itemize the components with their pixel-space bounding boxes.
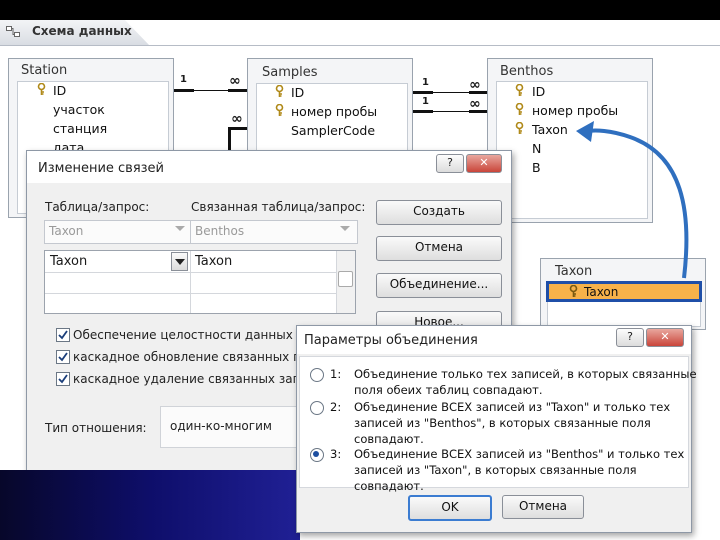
background-panel	[0, 470, 300, 540]
scrollbar-thumb[interactable]	[338, 271, 353, 287]
relation-type-label: Тип отношения:	[45, 421, 147, 435]
cascade-delete-checkbox[interactable]	[56, 372, 70, 386]
referential-integrity-label: Обеспечение целостности данных	[73, 328, 293, 342]
join-option-2-line3: совпадают.	[354, 432, 424, 446]
join-option-2-line2: записей из "Benthos", в которых связанны…	[354, 416, 651, 430]
primary-key-icon	[515, 103, 524, 115]
join-option-3-radio[interactable]	[310, 448, 324, 462]
relation-one-label: 1	[422, 96, 429, 107]
join-dialog-title: Параметры объединения	[304, 333, 478, 348]
relation-many-label: ∞	[469, 96, 481, 112]
join-option-3-line2: записей из "Taxon", в которых связанные …	[354, 463, 637, 477]
taxon-field[interactable]: Taxon	[584, 285, 618, 299]
cancel-button[interactable]: Отмена	[376, 236, 502, 261]
primary-key-icon	[569, 285, 578, 297]
relation-line	[194, 90, 228, 91]
help-button[interactable]: ?	[616, 328, 644, 347]
relationships-icon	[6, 26, 20, 38]
grid-divider	[45, 272, 338, 273]
create-button[interactable]: Создать	[376, 200, 502, 225]
benthos-field[interactable]: N	[532, 141, 541, 156]
primary-key-icon	[37, 83, 46, 95]
join-option-1-line1: Объединение только тех записей, в которы…	[354, 367, 697, 381]
samples-table-title: Samples	[262, 65, 318, 80]
relation-many-label: ∞	[229, 73, 241, 89]
join-option-2-number: 2:	[330, 400, 342, 414]
cascade-delete-label: каскадное удаление связанных запис	[73, 372, 315, 386]
join-type-button[interactable]: Объединение...	[376, 273, 502, 298]
grid-right-field[interactable]: Taxon	[195, 254, 232, 269]
primary-key-icon	[275, 104, 284, 116]
samples-field[interactable]: номер пробы	[291, 104, 377, 119]
referential-integrity-checkbox[interactable]	[56, 328, 70, 342]
station-field[interactable]: участок	[53, 102, 105, 117]
related-table-select-value: Benthos	[195, 224, 245, 238]
join-option-2-line1: Объединение ВСЕХ записей из "Taxon" и то…	[354, 400, 671, 414]
relation-line	[228, 89, 247, 92]
samples-field[interactable]: ID	[291, 85, 304, 100]
station-field[interactable]: ID	[53, 83, 66, 98]
table-label: Таблица/запрос:	[45, 200, 150, 214]
join-option-3-line1: Объединение ВСЕХ записей из "Benthos" и …	[354, 447, 685, 461]
relation-type-value: один-ко-многим	[170, 419, 272, 433]
relation-many-label: ∞	[231, 111, 243, 127]
callout-arrow	[576, 121, 689, 279]
join-option-1-line2: поля обеих таблиц совпадают.	[354, 383, 543, 397]
primary-key-icon	[275, 85, 284, 97]
relation-line	[228, 127, 231, 152]
station-table-title: Station	[21, 63, 68, 78]
tab-divider	[0, 45, 720, 46]
primary-key-icon	[515, 84, 524, 96]
relation-many-label: ∞	[469, 77, 481, 93]
primary-key-icon	[515, 122, 524, 134]
top-frame	[0, 0, 720, 20]
cancel-button[interactable]: Отмена	[502, 495, 584, 519]
join-option-2-radio[interactable]	[310, 401, 324, 415]
relation-line	[174, 89, 194, 92]
samples-field[interactable]: SamplerCode	[291, 123, 375, 138]
related-table-label: Связанная таблица/запрос:	[191, 200, 366, 214]
relation-line	[433, 92, 469, 93]
relation-line	[413, 110, 433, 113]
relation-line	[433, 111, 469, 112]
join-option-1-number: 1:	[330, 367, 342, 381]
chevron-down-icon	[175, 259, 185, 265]
table-select-value: Taxon	[49, 224, 84, 238]
ok-button[interactable]: OK	[408, 495, 492, 521]
cascade-update-label: каскадное обновление связанных поле	[73, 350, 324, 364]
benthos-field[interactable]: ID	[532, 84, 545, 99]
join-option-3-line3: совпадают.	[354, 479, 424, 493]
grid-divider	[45, 293, 338, 294]
join-option-3-number: 3:	[330, 447, 342, 461]
close-button[interactable]: ✕	[466, 154, 502, 173]
grid-divider	[190, 251, 191, 313]
close-button[interactable]: ✕	[646, 328, 684, 347]
benthos-field[interactable]: B	[532, 160, 541, 175]
relation-line	[413, 91, 433, 94]
help-button[interactable]: ?	[436, 154, 464, 173]
tab-title: Схема данных	[32, 24, 132, 38]
cascade-update-checkbox[interactable]	[56, 350, 70, 364]
relation-one-label: 1	[422, 77, 429, 88]
grid-left-field[interactable]: Taxon	[50, 254, 87, 269]
chevron-down-icon	[175, 226, 185, 231]
chevron-down-icon	[340, 226, 350, 231]
relation-one-label: 1	[180, 74, 187, 85]
station-field[interactable]: станция	[53, 121, 107, 136]
benthos-table-title: Benthos	[500, 64, 554, 79]
dialog-title: Изменение связей	[38, 161, 165, 176]
join-option-1-radio[interactable]	[310, 368, 324, 382]
